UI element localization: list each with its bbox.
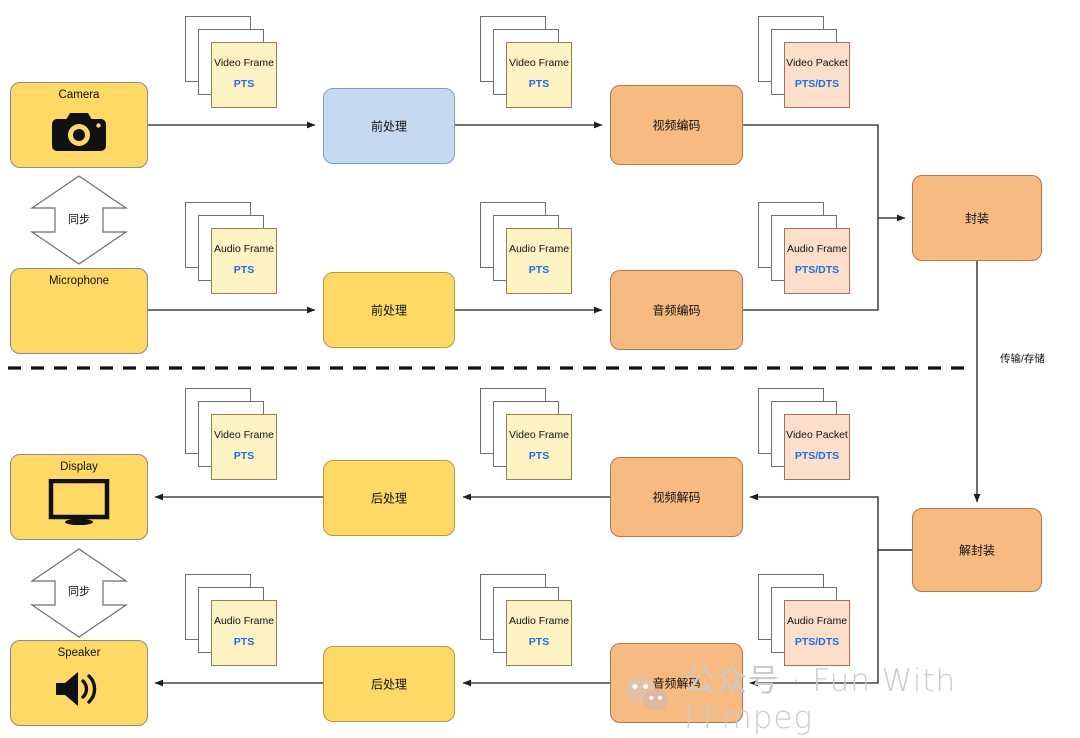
node-audio-encode[interactable]: 音频编码 (610, 270, 743, 350)
edge-demux-to-video-decode (749, 493, 912, 551)
node-audio-decode[interactable]: 音频解码 (610, 643, 743, 723)
card-stamp: PTS (528, 264, 550, 276)
card-title: Audio Frame (213, 243, 275, 255)
card-front: Audio Frame PTS (211, 228, 277, 294)
card-stamp: PTS/DTS (794, 450, 840, 462)
card-stamp: PTS (528, 636, 550, 648)
node-demux-label: 解封装 (958, 543, 995, 558)
speaker-icon (52, 669, 106, 714)
card-title: Video Frame (214, 57, 274, 69)
card-title: Audio Frame (213, 615, 275, 627)
node-video-decode-label: 视频解码 (652, 490, 701, 505)
card-front: Audio Frame PTS (211, 600, 277, 666)
node-video-encode-label: 视频编码 (652, 118, 701, 133)
card-front: Video Frame PTS (211, 414, 277, 480)
node-video-postprocess[interactable]: 后处理 (323, 460, 455, 536)
card-title: Audio Frame (786, 243, 848, 255)
card-title: Video Packet (786, 57, 848, 69)
camera-icon (51, 109, 107, 158)
card-stamp: PTS/DTS (794, 264, 840, 276)
card-stamp: PTS/DTS (794, 78, 840, 90)
card-stamp: PTS (233, 78, 255, 90)
node-camera-label: Camera (58, 89, 100, 101)
card-title: Video Frame (509, 429, 569, 441)
node-audio-preprocess[interactable]: 前处理 (323, 272, 455, 348)
transport-storage-label: 传输/存储 (1000, 353, 1045, 365)
sync-label-playback: 同步 (68, 586, 90, 598)
node-audio-encode-label: 音频编码 (652, 303, 701, 318)
node-microphone-label: Microphone (48, 275, 110, 287)
node-display-label: Display (60, 461, 98, 473)
card-title: Audio Frame (508, 615, 570, 627)
card-front: Video Packet PTS/DTS (784, 42, 850, 108)
card-stamp: PTS (528, 450, 550, 462)
card-front: Video Packet PTS/DTS (784, 414, 850, 480)
node-audio-postprocess-label: 后处理 (370, 677, 407, 692)
node-video-decode[interactable]: 视频解码 (610, 457, 743, 537)
card-title: Video Packet (786, 429, 848, 441)
node-video-preprocess[interactable]: 前处理 (323, 88, 455, 164)
node-video-postprocess-label: 后处理 (370, 491, 407, 506)
sync-label-capture: 同步 (68, 214, 90, 226)
node-audio-preprocess-label: 前处理 (370, 303, 407, 318)
card-stamp: PTS (233, 264, 255, 276)
node-display[interactable]: Display (10, 454, 148, 540)
monitor-icon (48, 478, 110, 530)
node-speaker[interactable]: Speaker (10, 640, 148, 726)
node-mux[interactable]: 封装 (912, 175, 1042, 261)
card-front: Video Frame PTS (506, 414, 572, 480)
node-microphone[interactable]: Microphone (10, 268, 148, 354)
card-front: Video Frame PTS (211, 42, 277, 108)
node-demux[interactable]: 解封装 (912, 508, 1042, 592)
node-speaker-label: Speaker (57, 647, 101, 659)
diagram-canvas: Video Frame PTS Video Frame PTS Video Pa… (0, 0, 1080, 738)
node-camera[interactable]: Camera (10, 82, 148, 168)
card-stamp: PTS (528, 78, 550, 90)
card-stamp: PTS (233, 636, 255, 648)
card-front: Audio Frame PTS (506, 228, 572, 294)
card-front: Audio Frame PTS/DTS (784, 228, 850, 294)
card-front: Video Frame PTS (506, 42, 572, 108)
card-front: Audio Frame PTS/DTS (784, 600, 850, 666)
card-title: Video Frame (509, 57, 569, 69)
card-title: Audio Frame (786, 615, 848, 627)
node-audio-decode-label: 音频解码 (652, 676, 701, 691)
node-audio-postprocess[interactable]: 后处理 (323, 646, 455, 722)
card-front: Audio Frame PTS (506, 600, 572, 666)
card-title: Video Frame (214, 429, 274, 441)
node-video-encode[interactable]: 视频编码 (610, 85, 743, 165)
card-stamp: PTS/DTS (794, 636, 840, 648)
node-video-preprocess-label: 前处理 (370, 119, 407, 134)
card-title: Audio Frame (508, 243, 570, 255)
node-mux-label: 封装 (964, 211, 989, 226)
card-stamp: PTS (233, 450, 255, 462)
